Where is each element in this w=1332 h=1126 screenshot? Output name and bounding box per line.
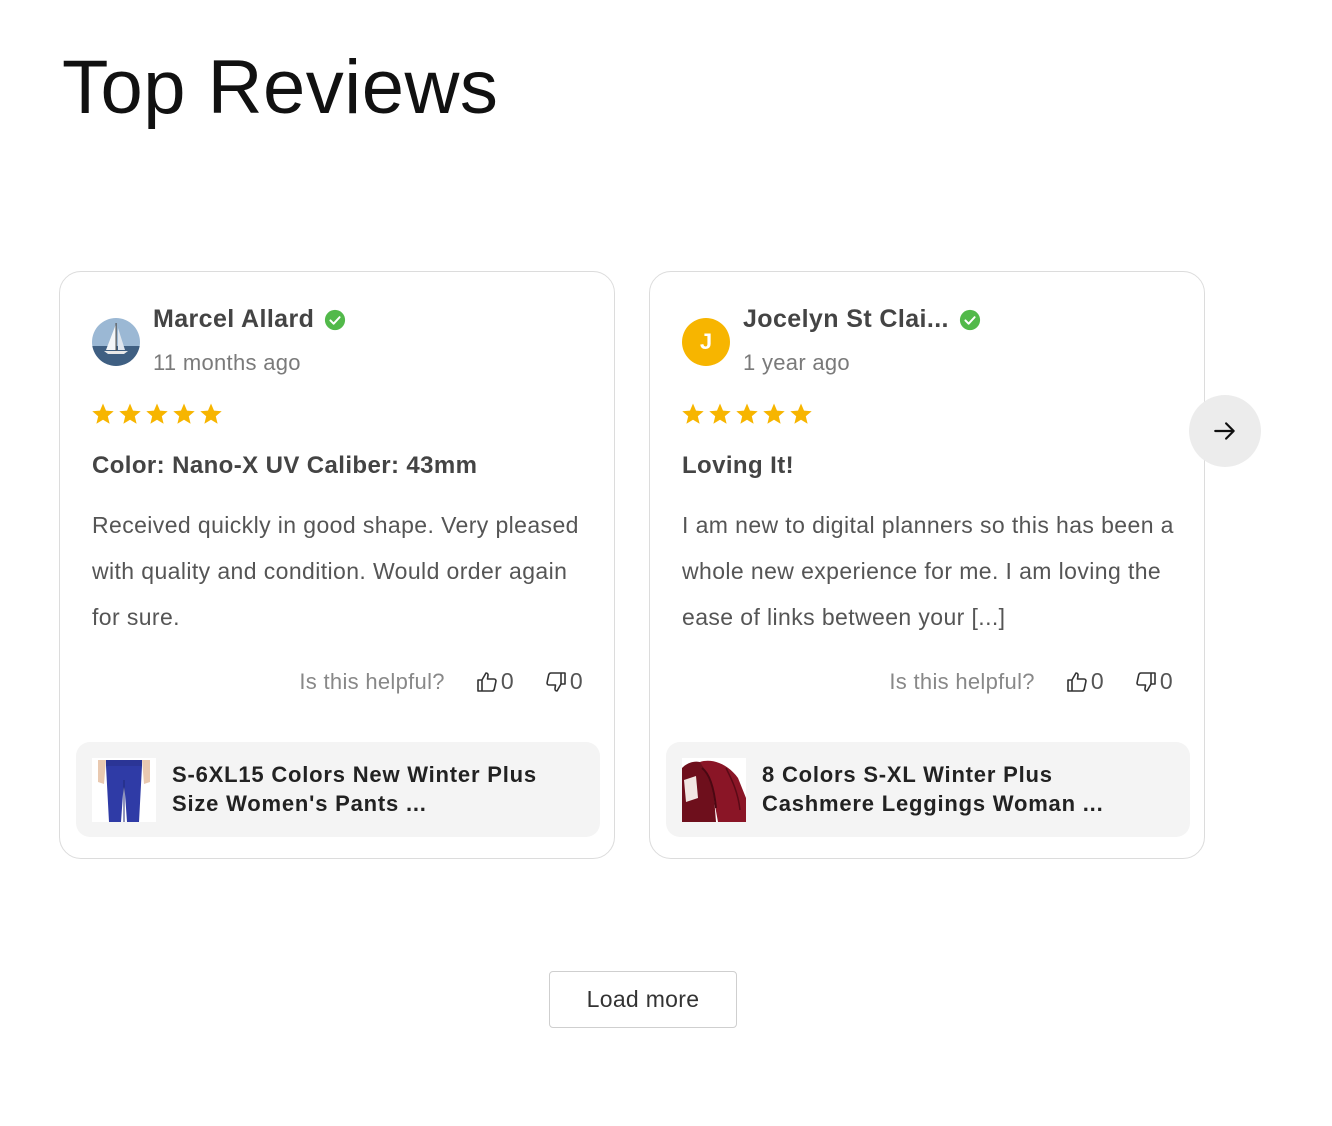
review-card: Marcel Allard 11 months ago Color: Nano-… <box>59 271 615 859</box>
star-rating <box>681 402 813 426</box>
upvote-count: 0 <box>1090 668 1104 694</box>
review-card: J Jocelyn St Clai... 1 year ago Loving I… <box>649 271 1205 859</box>
downvote-button[interactable]: 0 <box>1134 668 1173 695</box>
review-title: Loving It! <box>682 452 794 479</box>
verified-check-icon <box>325 309 346 330</box>
load-more-button[interactable]: Load more <box>549 971 737 1028</box>
star-icon <box>119 403 141 424</box>
helpful-row: Is this helpful? 0 0 <box>889 668 1173 695</box>
downvote-count: 0 <box>1159 668 1173 694</box>
review-body: I am new to digital planners so this has… <box>682 512 1174 630</box>
upvote-button[interactable]: 0 <box>475 668 514 695</box>
product-link[interactable]: S-6XL15 Colors New Winter Plus Size Wome… <box>76 742 600 837</box>
product-title: S-6XL15 Colors New Winter Plus Size Wome… <box>172 762 537 816</box>
upvote-button[interactable]: 0 <box>1065 668 1104 695</box>
downvote-count: 0 <box>569 668 583 694</box>
thumbs-up-icon <box>477 671 497 692</box>
star-icon <box>92 403 114 424</box>
verified-check-icon <box>959 309 980 330</box>
thumbs-down-icon <box>546 671 566 692</box>
blue-leggings-image <box>92 758 156 822</box>
author-name: Marcel Allard <box>153 305 315 333</box>
star-icon <box>709 403 731 424</box>
next-button[interactable] <box>1189 395 1261 467</box>
product-thumbnail <box>682 758 746 822</box>
review-body: Received quickly in good shape. Very ple… <box>92 512 579 630</box>
upvote-count: 0 <box>500 668 514 694</box>
page-title: Top Reviews <box>62 45 499 130</box>
helpful-row: Is this helpful? 0 0 <box>299 668 583 695</box>
star-rating <box>91 402 223 426</box>
arrow-right-icon <box>1214 422 1235 440</box>
helpful-label: Is this helpful? <box>889 668 1035 694</box>
star-icon <box>682 403 704 424</box>
avatar <box>92 318 140 366</box>
thumbs-down-icon <box>1136 671 1156 692</box>
author-name: Jocelyn St Clai... <box>743 305 949 333</box>
star-icon <box>790 403 812 424</box>
helpful-label: Is this helpful? <box>299 668 445 694</box>
burgundy-leggings-image <box>682 758 746 822</box>
author: Marcel Allard <box>153 305 346 334</box>
review-title: Color: Nano-X UV Caliber: 43mm <box>92 452 478 479</box>
star-icon <box>200 403 222 424</box>
product-title: 8 Colors S-XL Winter Plus Cashmere Leggi… <box>762 762 1104 816</box>
review-date: 11 months ago <box>153 350 301 375</box>
star-icon <box>146 403 168 424</box>
star-icon <box>736 403 758 424</box>
product-thumbnail <box>92 758 156 822</box>
downvote-button[interactable]: 0 <box>544 668 583 695</box>
review-date: 1 year ago <box>743 350 850 375</box>
star-icon <box>763 403 785 424</box>
author: Jocelyn St Clai... <box>743 305 981 334</box>
product-link[interactable]: 8 Colors S-XL Winter Plus Cashmere Leggi… <box>666 742 1190 837</box>
thumbs-up-icon <box>1067 671 1087 692</box>
avatar: J <box>682 318 730 366</box>
star-icon <box>173 403 195 424</box>
sailboat-avatar-image <box>92 318 140 366</box>
